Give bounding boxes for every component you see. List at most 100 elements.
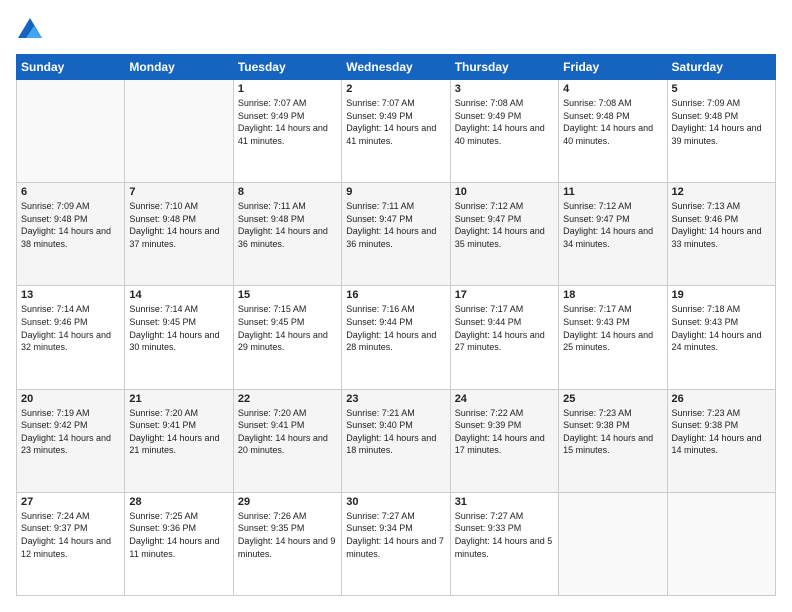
- day-info: Sunrise: 7:27 AMSunset: 9:34 PMDaylight:…: [346, 510, 445, 560]
- day-info: Sunrise: 7:09 AMSunset: 9:48 PMDaylight:…: [672, 97, 771, 147]
- calendar-cell: 29 Sunrise: 7:26 AMSunset: 9:35 PMDayligh…: [233, 492, 341, 595]
- day-info: Sunrise: 7:17 AMSunset: 9:43 PMDaylight:…: [563, 303, 662, 353]
- day-info: Sunrise: 7:22 AMSunset: 9:39 PMDaylight:…: [455, 407, 554, 457]
- day-info: Sunrise: 7:21 AMSunset: 9:40 PMDaylight:…: [346, 407, 445, 457]
- calendar-cell: 4Sunrise: 7:08 AMSunset: 9:48 PMDaylight…: [559, 80, 667, 183]
- calendar-cell: 25 Sunrise: 7:23 AMSunset: 9:38 PMDayligh…: [559, 389, 667, 492]
- calendar: SundayMondayTuesdayWednesdayThursdayFrid…: [16, 54, 776, 596]
- day-number: 18: [563, 289, 662, 301]
- logo-icon: [16, 16, 44, 44]
- page: SundayMondayTuesdayWednesdayThursdayFrid…: [0, 0, 792, 612]
- day-number: 15: [238, 289, 337, 301]
- calendar-cell: 6 Sunrise: 7:09 AMSunset: 9:48 PMDaylight…: [17, 183, 125, 286]
- calendar-cell: 1Sunrise: 7:07 AMSunset: 9:49 PMDaylight…: [233, 80, 341, 183]
- day-number: 26: [672, 393, 771, 405]
- day-number: 29: [238, 496, 337, 508]
- calendar-cell: [17, 80, 125, 183]
- calendar-cell: 27Sunrise: 7:24 AMSunset: 9:37 PMDayligh…: [17, 492, 125, 595]
- day-info: Sunrise: 7:18 AMSunset: 9:43 PMDaylight:…: [672, 303, 771, 353]
- day-info: Sunrise: 7:07 AMSunset: 9:49 PMDaylight:…: [238, 97, 337, 147]
- calendar-week-row: 1Sunrise: 7:07 AMSunset: 9:49 PMDaylight…: [17, 80, 776, 183]
- calendar-cell: 17 Sunrise: 7:17 AMSunset: 9:44 PMDayligh…: [450, 286, 558, 389]
- calendar-cell: [667, 492, 775, 595]
- day-number: 22: [238, 393, 337, 405]
- day-info: Sunrise: 7:20 AMSunset: 9:41 PMDaylight:…: [129, 407, 228, 457]
- day-info: Sunrise: 7:25 AMSunset: 9:36 PMDaylight:…: [129, 510, 228, 560]
- calendar-cell: 21 Sunrise: 7:20 AMSunset: 9:41 PMDayligh…: [125, 389, 233, 492]
- calendar-cell: 11 Sunrise: 7:12 AMSunset: 9:47 PMDayligh…: [559, 183, 667, 286]
- day-number: 20: [21, 393, 120, 405]
- calendar-cell: 9Sunrise: 7:11 AMSunset: 9:47 PMDaylight…: [342, 183, 450, 286]
- day-number: 4: [563, 83, 662, 95]
- weekday-header: Saturday: [667, 55, 775, 80]
- day-number: 13: [21, 289, 120, 301]
- day-number: 6: [21, 186, 120, 198]
- day-info: Sunrise: 7:16 AMSunset: 9:44 PMDaylight:…: [346, 303, 445, 353]
- calendar-cell: 26 Sunrise: 7:23 AMSunset: 9:38 PMDayligh…: [667, 389, 775, 492]
- day-number: 3: [455, 83, 554, 95]
- weekday-header: Friday: [559, 55, 667, 80]
- calendar-cell: 15 Sunrise: 7:15 AMSunset: 9:45 PMDayligh…: [233, 286, 341, 389]
- calendar-cell: 13Sunrise: 7:14 AMSunset: 9:46 PMDayligh…: [17, 286, 125, 389]
- calendar-cell: 28 Sunrise: 7:25 AMSunset: 9:36 PMDayligh…: [125, 492, 233, 595]
- calendar-cell: 10 Sunrise: 7:12 AMSunset: 9:47 PMDayligh…: [450, 183, 558, 286]
- weekday-header: Tuesday: [233, 55, 341, 80]
- day-number: 10: [455, 186, 554, 198]
- calendar-cell: 22 Sunrise: 7:20 AMSunset: 9:41 PMDayligh…: [233, 389, 341, 492]
- day-number: 11: [563, 186, 662, 198]
- day-info: Sunrise: 7:10 AMSunset: 9:48 PMDaylight:…: [129, 200, 228, 250]
- day-number: 14: [129, 289, 228, 301]
- calendar-cell: 30 Sunrise: 7:27 AMSunset: 9:34 PMDayligh…: [342, 492, 450, 595]
- day-info: Sunrise: 7:12 AMSunset: 9:47 PMDaylight:…: [455, 200, 554, 250]
- day-info: Sunrise: 7:23 AMSunset: 9:38 PMDaylight:…: [563, 407, 662, 457]
- calendar-week-row: 6 Sunrise: 7:09 AMSunset: 9:48 PMDaylight…: [17, 183, 776, 286]
- weekday-header: Sunday: [17, 55, 125, 80]
- day-number: 5: [672, 83, 771, 95]
- day-number: 25: [563, 393, 662, 405]
- day-info: Sunrise: 7:12 AMSunset: 9:47 PMDaylight:…: [563, 200, 662, 250]
- day-number: 21: [129, 393, 228, 405]
- header: [16, 16, 776, 44]
- calendar-week-row: 20 Sunrise: 7:19 AMSunset: 9:42 PMDayligh…: [17, 389, 776, 492]
- day-info: Sunrise: 7:20 AMSunset: 9:41 PMDaylight:…: [238, 407, 337, 457]
- calendar-cell: 20 Sunrise: 7:19 AMSunset: 9:42 PMDayligh…: [17, 389, 125, 492]
- calendar-cell: 5 Sunrise: 7:09 AMSunset: 9:48 PMDaylight…: [667, 80, 775, 183]
- calendar-cell: 2Sunrise: 7:07 AMSunset: 9:49 PMDaylight…: [342, 80, 450, 183]
- day-number: 12: [672, 186, 771, 198]
- calendar-cell: 31 Sunrise: 7:27 AMSunset: 9:33 PMDayligh…: [450, 492, 558, 595]
- calendar-cell: [559, 492, 667, 595]
- day-number: 28: [129, 496, 228, 508]
- weekday-header: Monday: [125, 55, 233, 80]
- calendar-cell: 18 Sunrise: 7:17 AMSunset: 9:43 PMDayligh…: [559, 286, 667, 389]
- day-number: 8: [238, 186, 337, 198]
- day-number: 31: [455, 496, 554, 508]
- day-number: 16: [346, 289, 445, 301]
- day-info: Sunrise: 7:27 AMSunset: 9:33 PMDaylight:…: [455, 510, 554, 560]
- day-info: Sunrise: 7:17 AMSunset: 9:44 PMDaylight:…: [455, 303, 554, 353]
- calendar-cell: 24 Sunrise: 7:22 AMSunset: 9:39 PMDayligh…: [450, 389, 558, 492]
- day-info: Sunrise: 7:14 AMSunset: 9:45 PMDaylight:…: [129, 303, 228, 353]
- day-number: 24: [455, 393, 554, 405]
- day-info: Sunrise: 7:13 AMSunset: 9:46 PMDaylight:…: [672, 200, 771, 250]
- calendar-week-row: 13Sunrise: 7:14 AMSunset: 9:46 PMDayligh…: [17, 286, 776, 389]
- day-info: Sunrise: 7:23 AMSunset: 9:38 PMDaylight:…: [672, 407, 771, 457]
- day-info: Sunrise: 7:11 AMSunset: 9:47 PMDaylight:…: [346, 200, 445, 250]
- day-info: Sunrise: 7:24 AMSunset: 9:37 PMDaylight:…: [21, 510, 120, 560]
- calendar-week-row: 27Sunrise: 7:24 AMSunset: 9:37 PMDayligh…: [17, 492, 776, 595]
- day-info: Sunrise: 7:19 AMSunset: 9:42 PMDaylight:…: [21, 407, 120, 457]
- calendar-cell: [125, 80, 233, 183]
- day-number: 30: [346, 496, 445, 508]
- calendar-cell: 23Sunrise: 7:21 AMSunset: 9:40 PMDayligh…: [342, 389, 450, 492]
- day-number: 17: [455, 289, 554, 301]
- calendar-cell: 12 Sunrise: 7:13 AMSunset: 9:46 PMDayligh…: [667, 183, 775, 286]
- calendar-cell: 7Sunrise: 7:10 AMSunset: 9:48 PMDaylight…: [125, 183, 233, 286]
- calendar-cell: 3 Sunrise: 7:08 AMSunset: 9:49 PMDaylight…: [450, 80, 558, 183]
- day-info: Sunrise: 7:08 AMSunset: 9:49 PMDaylight:…: [455, 97, 554, 147]
- logo: [16, 16, 48, 44]
- day-info: Sunrise: 7:11 AMSunset: 9:48 PMDaylight:…: [238, 200, 337, 250]
- weekday-header: Wednesday: [342, 55, 450, 80]
- day-info: Sunrise: 7:26 AMSunset: 9:35 PMDaylight:…: [238, 510, 337, 560]
- day-info: Sunrise: 7:09 AMSunset: 9:48 PMDaylight:…: [21, 200, 120, 250]
- day-info: Sunrise: 7:15 AMSunset: 9:45 PMDaylight:…: [238, 303, 337, 353]
- day-number: 19: [672, 289, 771, 301]
